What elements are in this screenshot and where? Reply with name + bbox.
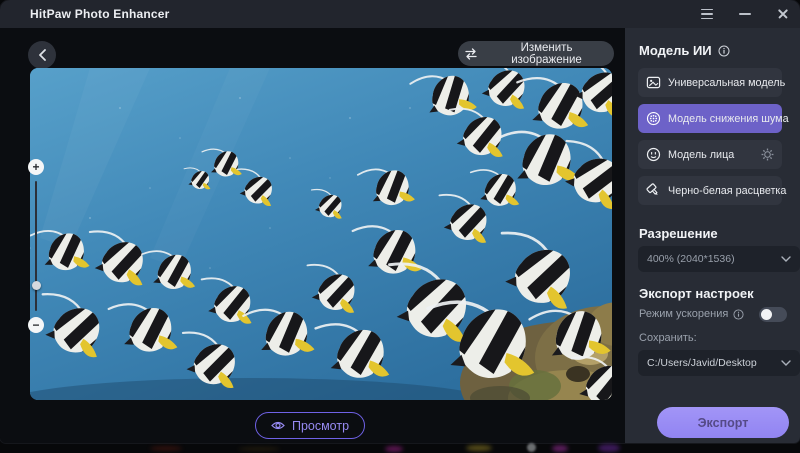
zoom-slider-handle[interactable]: [31, 281, 41, 290]
chevron-left-icon: [38, 49, 47, 61]
info-icon[interactable]: [733, 308, 744, 320]
eye-icon: [271, 420, 285, 431]
desktop-artifact: [238, 447, 280, 451]
preview-label: Просмотр: [291, 418, 350, 433]
preview-button[interactable]: Просмотр: [255, 412, 365, 439]
zoom-slider-track[interactable]: [31, 181, 41, 311]
toggle-knob: [761, 308, 772, 320]
ai-model-heading: Модель ИИ: [639, 43, 730, 58]
acceleration-label: Режим ускорения: [639, 308, 729, 320]
zoom-in-button[interactable]: +: [28, 159, 44, 175]
back-button[interactable]: [28, 41, 56, 69]
desktop-artifact: [466, 445, 492, 451]
save-path-select[interactable]: C:/Users/Javid/Desktop: [638, 350, 800, 376]
resolution-heading: Разрешение: [639, 226, 718, 241]
resolution-value: 400% (2040*1536): [647, 253, 735, 265]
model-bw-colorize-button[interactable]: Черно-белая расцветка: [638, 176, 786, 205]
noise-reduction-icon: [646, 111, 661, 126]
image-icon: [646, 75, 661, 90]
app-title: HitPaw Photo Enhancer: [30, 7, 170, 21]
chevron-down-icon: [781, 256, 791, 262]
model-face-label: Модель лица: [668, 148, 735, 161]
desktop-artifact: [385, 446, 403, 452]
face-icon: [646, 147, 661, 162]
zoom-control: + −: [28, 159, 44, 333]
app-window: HitPaw Photo Enhancer Изменить изображен…: [0, 0, 800, 443]
main-area: Изменить изображение + − Просмотр: [0, 28, 625, 443]
chevron-down-icon: [781, 360, 791, 366]
close-button[interactable]: [776, 7, 790, 21]
desktop-artifact: [598, 444, 620, 452]
desktop-artifact: [552, 445, 568, 452]
model-bw-colorize-label: Черно-белая расцветка: [668, 184, 787, 197]
save-label: Сохранить:: [639, 332, 697, 344]
desktop-artifact: [527, 443, 536, 452]
export-button[interactable]: Экспорт: [657, 407, 789, 438]
acceleration-toggle[interactable]: [759, 306, 787, 322]
model-denoise-button[interactable]: Модель снижения шума: [638, 104, 789, 133]
change-image-button[interactable]: Изменить изображение: [458, 41, 614, 66]
model-universal-label: Универсальная модель: [668, 76, 786, 89]
titlebar[interactable]: HitPaw Photo Enhancer: [0, 0, 800, 28]
change-image-label: Изменить изображение: [511, 41, 582, 66]
export-settings-heading: Экспорт настроек: [639, 286, 754, 301]
minimize-button[interactable]: [738, 7, 752, 21]
resolution-select[interactable]: 400% (2040*1536): [638, 246, 800, 272]
paint-brush-icon: [646, 183, 661, 198]
photo-canvas: [30, 68, 612, 400]
zoom-out-button[interactable]: −: [28, 317, 44, 333]
model-face-button[interactable]: Модель лица: [638, 140, 782, 169]
gear-icon[interactable]: [761, 148, 774, 161]
model-denoise-label: Модель снижения шума: [668, 112, 789, 125]
swap-icon: [464, 47, 478, 60]
menu-icon[interactable]: [700, 7, 714, 21]
underwater-photo: [30, 68, 612, 400]
info-icon[interactable]: [718, 45, 730, 57]
acceleration-row: Режим ускорения: [639, 306, 787, 322]
desktop-artifact: [150, 446, 182, 451]
save-path-value: C:/Users/Javid/Desktop: [647, 357, 757, 369]
model-universal-button[interactable]: Универсальная модель: [638, 68, 786, 97]
window-controls: [700, 0, 790, 28]
sidebar: Модель ИИ Универсальная модель Модель сн…: [625, 28, 800, 443]
